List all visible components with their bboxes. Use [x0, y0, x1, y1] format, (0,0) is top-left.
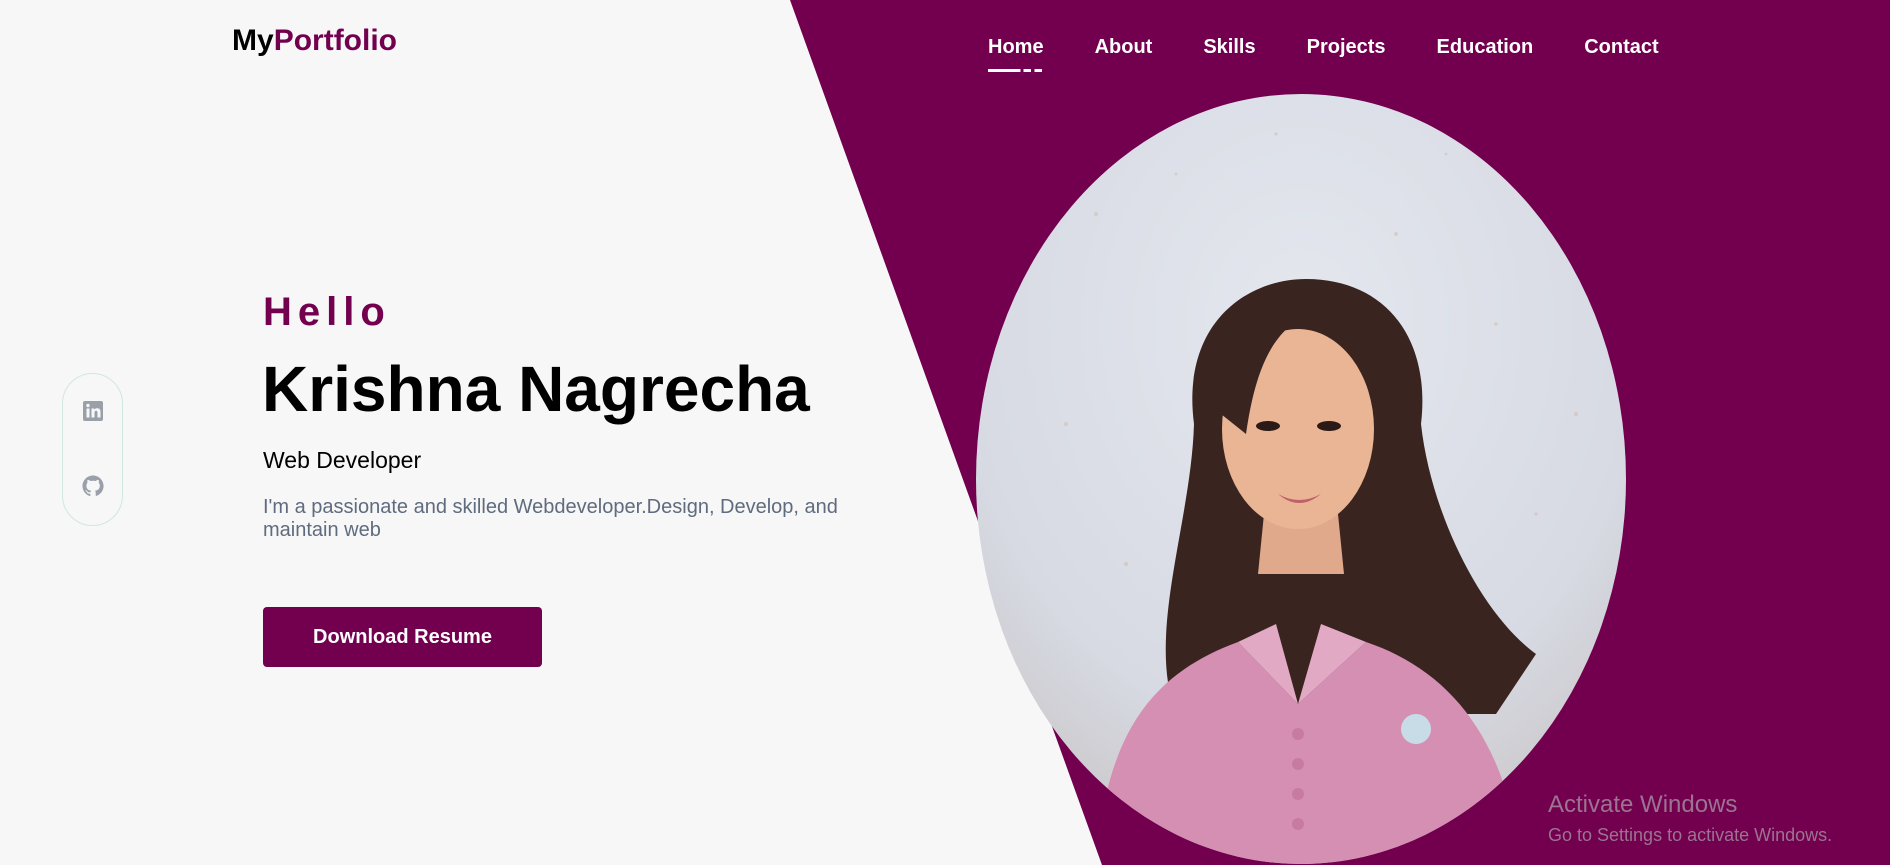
watermark-subtitle: Go to Settings to activate Windows. — [1548, 825, 1833, 845]
nav-contact-label: Contact — [1584, 36, 1659, 58]
nav-projects[interactable]: Projects — [1307, 36, 1386, 59]
nav-active-indicator — [988, 69, 1042, 72]
github-icon[interactable] — [81, 474, 105, 498]
nav-home[interactable]: Home — [988, 36, 1044, 72]
nav-about-label: About — [1094, 36, 1153, 58]
hero-greeting: Hello — [263, 290, 391, 334]
nav-skills-label: Skills — [1203, 36, 1256, 58]
nav-education-label: Education — [1436, 36, 1534, 58]
nav-home-label: Home — [988, 36, 1044, 58]
logo-accent: Portfolio — [273, 24, 397, 57]
linkedin-icon[interactable] — [81, 399, 105, 423]
social-links — [62, 373, 123, 526]
watermark-title: Activate Windows — [1548, 791, 1738, 818]
profile-photo — [976, 94, 1626, 864]
nav-about[interactable]: About — [1095, 36, 1153, 59]
logo-prefix: My — [232, 24, 274, 57]
nav-skills[interactable]: Skills — [1203, 36, 1255, 59]
windows-activation-watermark: Activate Windows Go to Settings to activ… — [1548, 791, 1832, 846]
hero-role: Web Developer — [263, 447, 422, 473]
hero-description: I'm a passionate and skilled Webdevelope… — [263, 496, 838, 541]
site-logo[interactable]: MyPortfolio — [232, 24, 397, 58]
nav-projects-label: Projects — [1306, 36, 1386, 58]
nav-education[interactable]: Education — [1437, 36, 1534, 59]
download-resume-button[interactable]: Download Resume — [263, 607, 542, 667]
main-nav: Home About Skills Projects Education Con… — [988, 36, 1659, 72]
nav-contact[interactable]: Contact — [1584, 36, 1658, 59]
hero-name: Krishna Nagrecha — [262, 353, 810, 425]
